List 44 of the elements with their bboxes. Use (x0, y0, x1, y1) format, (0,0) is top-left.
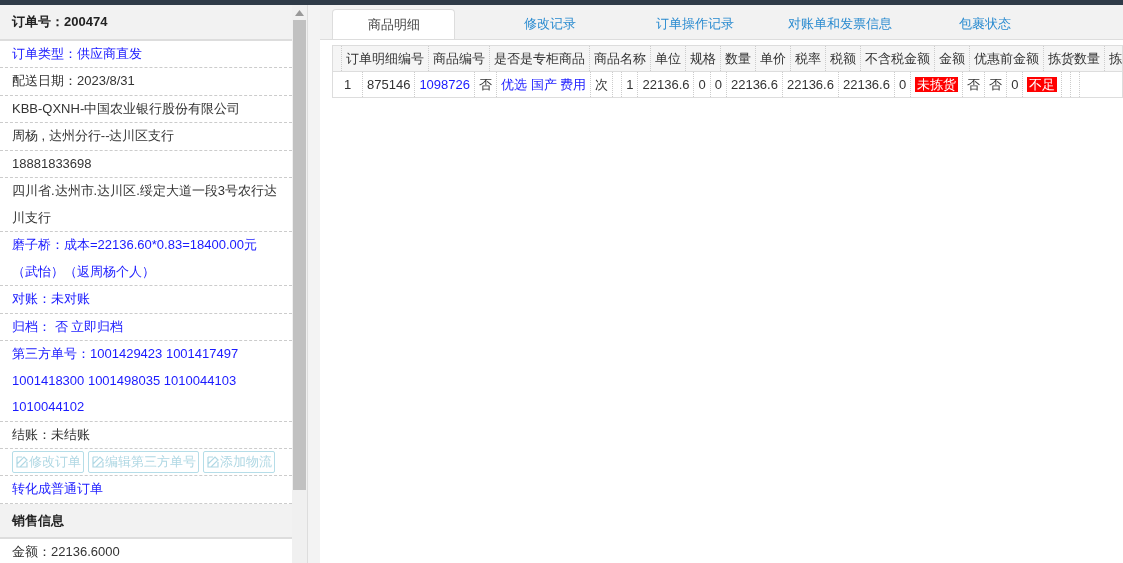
table-cell: 875146 (363, 72, 416, 97)
table-cell: 否 (475, 72, 497, 97)
table-cell: 0 (710, 72, 727, 97)
panel-title: 订单号：200474 (0, 5, 293, 41)
column-header: 单位 (651, 46, 686, 71)
table-cell: 22136.6 (782, 72, 839, 97)
table-cell: 否 (985, 72, 1008, 97)
status-label: 未拣货 (915, 77, 959, 92)
column-header: 拣货数量 (1044, 46, 1105, 71)
table-cell: 否 (963, 72, 986, 97)
table-cell: 22136.6 (838, 72, 895, 97)
column-header: 规格 (686, 46, 721, 71)
panel-splitter[interactable] (308, 5, 320, 563)
column-header: 金额 (935, 46, 970, 71)
column-header: 商品编号 (429, 46, 490, 71)
table-cell: 0 (894, 72, 912, 97)
pencil-icon (206, 455, 220, 469)
scrollbar-thumb[interactable] (293, 20, 306, 490)
row-number: 1 (333, 72, 363, 97)
column-header: 税额 (826, 46, 861, 71)
pencil-icon (91, 455, 105, 469)
column-header: 订单明细编号 (342, 46, 429, 71)
column-header: 拣 (1105, 46, 1123, 71)
table-cell: 0 (694, 72, 711, 97)
table-cell: 1 (622, 72, 639, 97)
table-cell: 22136.6 (638, 72, 695, 97)
pencil-icon (15, 455, 29, 469)
column-header: 优惠前金额 (970, 46, 1044, 71)
table-link[interactable]: 1098726 (415, 72, 475, 97)
panel-title: 销售信息 (0, 503, 293, 539)
scroll-up-icon[interactable] (295, 10, 304, 16)
column-header: 数量 (721, 46, 756, 71)
column-header: 是否是专柜商品 (490, 46, 590, 71)
table-link[interactable]: 优选 国产 费用 (497, 72, 592, 97)
column-header: 税率 (791, 46, 826, 71)
table-cell: 22136.6 (726, 72, 783, 97)
table-cell: 次 (591, 72, 614, 97)
column-header: 不含税金额 (861, 46, 935, 71)
tab[interactable]: 商品明细 (332, 9, 455, 39)
status-label: 不足 (1027, 77, 1058, 92)
column-header: 商品名称 (590, 46, 651, 71)
table-cell: 0 (1007, 72, 1024, 97)
tab[interactable]: 包裹状态 (912, 9, 1057, 39)
column-header: 单价 (756, 46, 791, 71)
